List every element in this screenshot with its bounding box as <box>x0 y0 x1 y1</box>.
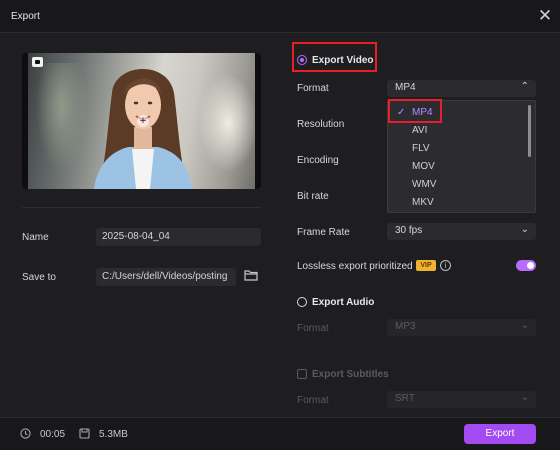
chevron-down-icon: ⌄ <box>520 392 529 403</box>
frame-rate-value: 30 fps <box>395 225 423 236</box>
info-icon[interactable]: i <box>440 260 451 271</box>
format-option[interactable]: AVI <box>388 122 528 139</box>
close-icon[interactable]: ✕ <box>536 7 554 25</box>
title-bar: Export ✕ <box>0 0 560 33</box>
dropdown-scrollbar[interactable] <box>528 105 531 157</box>
audio-format-select[interactable]: MP3 ⌄ <box>387 319 536 336</box>
file-size-icon <box>79 428 90 439</box>
export-video-radio[interactable] <box>297 55 307 65</box>
export-audio-title: Export Audio <box>312 297 375 308</box>
highlight-mp4 <box>388 99 442 123</box>
format-option[interactable]: FLV <box>388 140 528 157</box>
chevron-down-icon: ⌄ <box>520 320 529 331</box>
chevron-down-icon: ⌄ <box>520 224 529 235</box>
folder-icon[interactable] <box>244 269 258 281</box>
divider <box>22 207 261 208</box>
save-to-label: Save to <box>22 272 56 283</box>
vip-badge: VIP <box>416 260 436 271</box>
frame-rate-select[interactable]: 30 fps ⌄ <box>387 223 536 240</box>
export-subtitles-title: Export Subtitles <box>312 369 389 380</box>
export-subtitles-checkbox[interactable] <box>297 369 307 379</box>
file-size-text: 5.3MB <box>99 429 128 440</box>
name-label: Name <box>22 232 49 243</box>
clock-icon <box>20 428 31 439</box>
window-title: Export <box>11 11 40 22</box>
subtitle-format-select[interactable]: SRT ⌄ <box>387 391 536 408</box>
export-audio-radio[interactable] <box>297 297 307 307</box>
audio-format-label: Format <box>297 323 329 334</box>
encoding-label: Encoding <box>297 155 339 166</box>
video-preview: + <box>22 53 261 189</box>
format-select[interactable]: MP4 ⌃ <box>387 80 536 97</box>
resolution-label: Resolution <box>297 119 345 130</box>
audio-format-value: MP3 <box>395 321 416 332</box>
camera-icon <box>32 57 43 67</box>
frame-rate-label: Frame Rate <box>297 227 350 238</box>
format-value: MP4 <box>395 82 416 93</box>
format-option[interactable]: MOV <box>388 158 528 175</box>
chevron-up-icon: ⌃ <box>520 81 529 92</box>
name-input[interactable]: 2025-08-04_04 <box>96 228 261 246</box>
format-option[interactable]: MKV <box>388 194 528 211</box>
playhead-icon[interactable]: + <box>137 115 149 127</box>
format-label: Format <box>297 83 329 94</box>
lossless-label: Lossless export prioritized <box>297 261 413 272</box>
export-button[interactable]: Export <box>464 424 536 444</box>
subtitle-format-label: Format <box>297 395 329 406</box>
bitrate-label: Bit rate <box>297 191 329 202</box>
duration-text: 00:05 <box>40 429 66 440</box>
lossless-toggle[interactable] <box>516 260 536 271</box>
format-option[interactable]: WMV <box>388 176 528 193</box>
subtitle-format-value: SRT <box>395 393 415 404</box>
save-path-input[interactable]: C:/Users/dell/Videos/posting <box>96 268 236 286</box>
export-video-title: Export Video <box>312 55 374 66</box>
